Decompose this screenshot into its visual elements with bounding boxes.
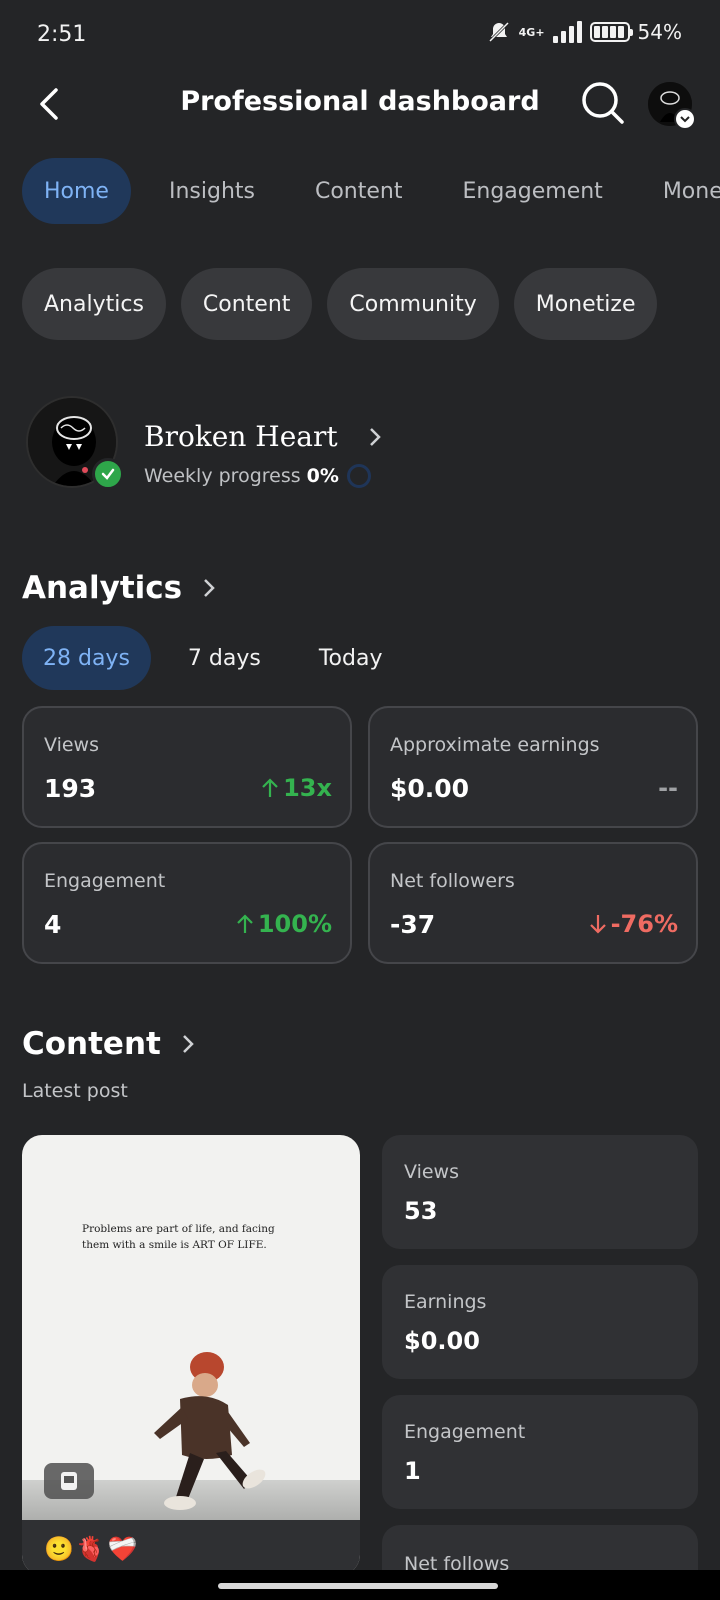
metric-value: $0.00	[390, 774, 470, 803]
chevron-right-icon	[182, 1035, 194, 1053]
status-time: 2:51	[37, 22, 87, 47]
arrow-up-icon	[262, 778, 278, 797]
shortcut-chips: Analytics Content Community Monetize	[22, 268, 658, 340]
tab-home[interactable]: Home	[22, 158, 131, 224]
battery-percent: 54%	[637, 20, 682, 44]
latest-post-thumbnail[interactable]: Problems are part of life, and facing th…	[22, 1135, 360, 1575]
weekly-progress-label: Weekly progress	[144, 465, 301, 487]
metric-change-value: 13x	[283, 774, 332, 802]
search-icon	[582, 82, 624, 124]
post-stat-net-follows: Net follows	[382, 1525, 698, 1575]
post-stat-views: Views 53	[382, 1135, 698, 1249]
chevron-right-icon	[204, 579, 215, 597]
bell-muted-icon	[488, 21, 509, 43]
post-caption-image-text: Problems are part of life, and facing th…	[82, 1223, 275, 1251]
post-stat-earnings: Earnings $0.00	[382, 1265, 698, 1379]
status-icons: 4G+ 54%	[487, 20, 682, 44]
post-emojis: 🙂🫀❤️‍🩹	[44, 1535, 140, 1563]
chevron-right-icon	[370, 428, 381, 446]
weekly-progress-value: 0%	[306, 465, 339, 487]
tab-content[interactable]: Content	[293, 158, 425, 224]
metric-value: -37	[390, 910, 436, 939]
analytics-title: Analytics	[22, 570, 183, 606]
chip-monetize[interactable]: Monetize	[513, 268, 658, 340]
progress-ring-icon	[346, 464, 371, 488]
metric-change: 13x	[261, 774, 332, 802]
content-title: Content	[22, 1026, 161, 1062]
verified-check-icon	[92, 458, 124, 490]
post-image-child-figure	[154, 1352, 266, 1510]
chip-content[interactable]: Content	[180, 268, 313, 340]
chevron-down-icon	[674, 108, 696, 130]
profile-summary[interactable]: Broken Heart Weekly progress 0%	[26, 396, 696, 496]
arrow-up-icon	[237, 914, 253, 933]
metric-value: 4	[44, 910, 62, 939]
weekly-progress: Weekly progress 0%	[144, 464, 371, 488]
chip-community[interactable]: Community	[327, 268, 499, 340]
metric-change: -76%	[589, 910, 678, 938]
top-tabs: Home Insights Content Engagement Monet	[22, 158, 720, 224]
range-today[interactable]: Today	[298, 626, 404, 690]
metric-label: Views	[44, 734, 99, 756]
tab-monetization[interactable]: Monet	[641, 158, 720, 224]
post-stat-engagement: Engagement 1	[382, 1395, 698, 1509]
tab-engagement[interactable]: Engagement	[440, 158, 624, 224]
metric-card-net-followers[interactable]: Net followers -37 -76%	[368, 842, 698, 964]
range-28-days[interactable]: 28 days	[22, 626, 151, 690]
stat-label: Engagement	[404, 1421, 526, 1443]
home-indicator[interactable]	[218, 1583, 498, 1589]
metric-change-value: --	[658, 774, 678, 802]
account-switcher-avatar[interactable]	[648, 82, 696, 130]
stat-value: $0.00	[404, 1327, 480, 1355]
app-header: Professional dashboard	[0, 72, 720, 140]
latest-post-label: Latest post	[22, 1080, 128, 1102]
profile-name: Broken Heart	[144, 420, 338, 453]
stat-value: 1	[404, 1457, 421, 1485]
metric-label: Net followers	[390, 870, 515, 892]
battery-icon	[589, 22, 633, 42]
analytics-section-header[interactable]: Analytics	[22, 570, 216, 606]
chip-analytics[interactable]: Analytics	[22, 268, 166, 340]
network-type: 4G+	[518, 25, 545, 39]
stat-value: 53	[404, 1197, 438, 1225]
content-section-header[interactable]: Content	[22, 1026, 195, 1062]
metric-change-value: 100%	[257, 910, 332, 938]
tab-insights[interactable]: Insights	[147, 158, 277, 224]
metric-label: Engagement	[44, 870, 166, 892]
metric-value: 193	[44, 774, 97, 803]
image-post-icon	[44, 1463, 94, 1499]
signal-icon	[552, 21, 582, 43]
stat-label: Earnings	[404, 1291, 487, 1313]
range-7-days[interactable]: 7 days	[167, 626, 282, 690]
search-button[interactable]	[580, 80, 626, 126]
status-bar: 2:51 4G+ 54%	[0, 0, 720, 72]
metric-card-views[interactable]: Views 193 13x	[22, 706, 352, 828]
metric-label: Approximate earnings	[390, 734, 600, 756]
stat-label: Views	[404, 1161, 459, 1183]
arrow-down-icon	[589, 915, 606, 934]
metric-change: --	[658, 774, 678, 802]
date-range-tabs: 28 days 7 days Today	[22, 626, 419, 690]
metric-card-engagement[interactable]: Engagement 4 100%	[22, 842, 352, 964]
metric-card-earnings[interactable]: Approximate earnings $0.00 --	[368, 706, 698, 828]
metric-change-value: -76%	[610, 910, 678, 938]
metric-change: 100%	[236, 910, 332, 938]
